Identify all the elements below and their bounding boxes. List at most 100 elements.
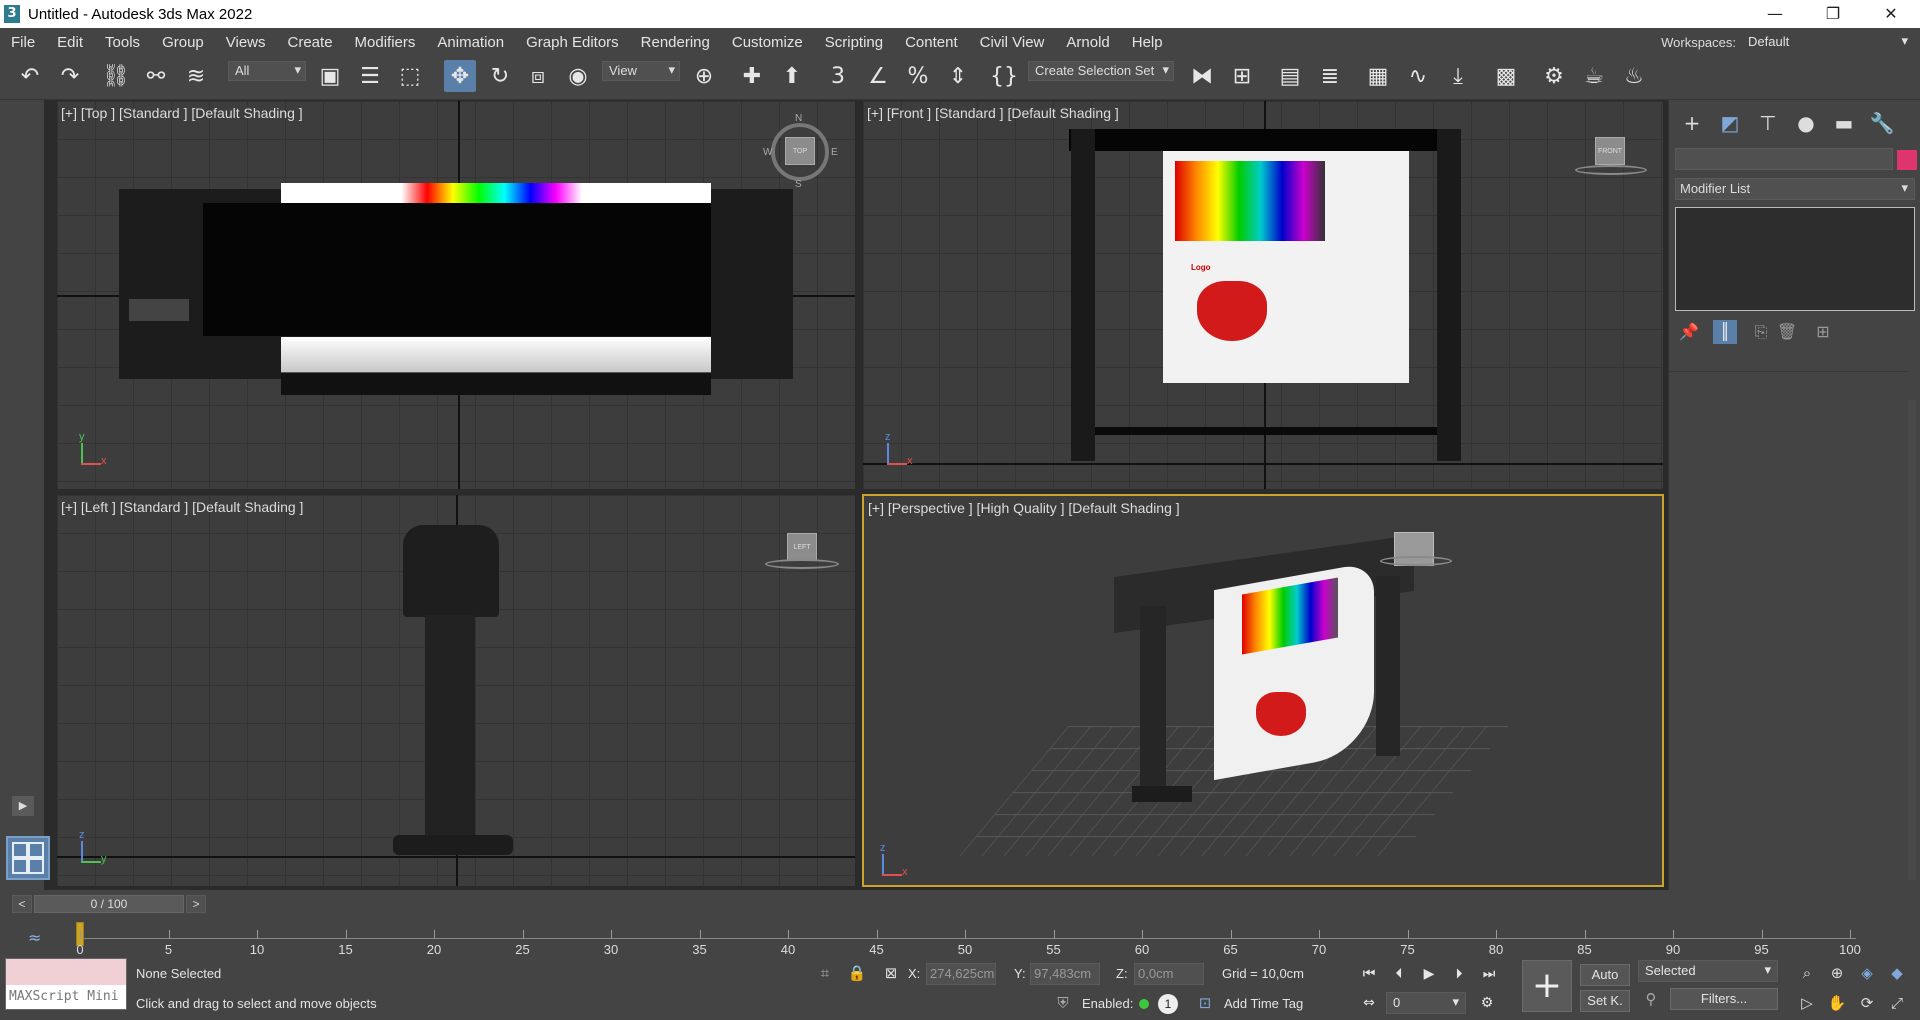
link-icon[interactable]: ⛓ bbox=[100, 60, 132, 92]
keyboard-shortcut-override-icon[interactable]: ⬆ bbox=[776, 60, 808, 92]
menu-modifiers[interactable]: Modifiers bbox=[344, 34, 427, 51]
menu-customize[interactable]: Customize bbox=[721, 34, 814, 51]
percent-snap-icon[interactable]: % bbox=[902, 60, 934, 92]
menu-content[interactable]: Content bbox=[894, 34, 969, 51]
track-bar[interactable]: ≈ 0 5 10 15 20 25 30 35 40 45 50 55 60 65 70 75 80 85 90 95… bbox=[0, 918, 1920, 958]
configure-modifier-sets-icon[interactable]: ⊞ bbox=[1811, 320, 1835, 344]
zoom-all-icon[interactable]: ⊕ bbox=[1826, 962, 1848, 984]
modifier-stack[interactable] bbox=[1675, 207, 1915, 311]
menu-tools[interactable]: Tools bbox=[94, 34, 151, 51]
minimize-icon[interactable]: — bbox=[1746, 0, 1804, 28]
viewport-top-label[interactable]: [+] [Top ] [Standard ] [Default Shading … bbox=[61, 105, 303, 121]
utilities-icon[interactable]: 🔧 bbox=[1867, 110, 1897, 136]
mirror-icon[interactable]: ⧓ bbox=[1186, 60, 1218, 92]
viewcube-front[interactable]: FRONT bbox=[1595, 137, 1625, 165]
modifier-list-dropdown[interactable]: Modifier List bbox=[1675, 178, 1915, 200]
display-icon[interactable]: ▬ bbox=[1829, 110, 1859, 136]
viewport-left-label[interactable]: [+] [Left ] [Standard ] [Default Shading… bbox=[61, 499, 303, 515]
absolute-mode-icon[interactable]: ⊠ bbox=[880, 962, 902, 984]
time-configuration-icon[interactable]: ⚙ bbox=[1474, 992, 1500, 1014]
render-production-icon[interactable]: ♨ bbox=[1618, 60, 1650, 92]
menu-file[interactable]: File bbox=[0, 34, 46, 51]
menu-graph-editors[interactable]: Graph Editors bbox=[515, 34, 630, 51]
selection-filter-dropdown[interactable]: All bbox=[228, 61, 306, 81]
next-frame-icon[interactable]: ⏵ bbox=[1446, 963, 1472, 985]
viewport-perspective[interactable]: [+] [Perspective ] [High Quality ] [Defa… bbox=[862, 494, 1664, 887]
show-end-result-icon[interactable]: ║ bbox=[1713, 320, 1737, 344]
modify-icon[interactable]: ◩ bbox=[1715, 110, 1745, 136]
adaptive-degradation-icon[interactable]: ⛨ bbox=[1052, 992, 1074, 1014]
snap-toggle-icon[interactable]: 3 bbox=[822, 60, 854, 92]
named-selection-dropdown[interactable]: Create Selection Set bbox=[1028, 61, 1174, 81]
reference-coord-dropdown[interactable]: View bbox=[602, 61, 680, 81]
edit-named-selection-icon[interactable]: {} bbox=[988, 60, 1020, 92]
mini-curve-editor-icon[interactable]: ≈ bbox=[28, 928, 41, 947]
viewport-top[interactable]: [+] [Top ] [Standard ] [Default Shading … bbox=[56, 100, 856, 490]
curve-editor-icon[interactable]: ∿ bbox=[1402, 60, 1434, 92]
set-key-button[interactable]: Set K. bbox=[1580, 990, 1630, 1012]
time-slider-next[interactable]: > bbox=[186, 895, 206, 913]
viewcube-ring[interactable] bbox=[1380, 556, 1452, 566]
pin-stack-icon[interactable]: 📌 bbox=[1677, 320, 1701, 344]
current-frame-field[interactable]: 0 bbox=[1386, 992, 1466, 1014]
object-color-swatch[interactable] bbox=[1897, 150, 1917, 170]
go-to-start-icon[interactable]: ⏮ bbox=[1356, 963, 1382, 985]
time-config-icon[interactable]: ⇔ bbox=[1356, 992, 1382, 1014]
go-to-end-icon[interactable]: ⏭ bbox=[1476, 963, 1502, 985]
pivot-icon[interactable]: ⊕ bbox=[688, 60, 720, 92]
command-panel-scrollbar[interactable] bbox=[1908, 400, 1916, 880]
rendered-frame-window-icon[interactable]: ☕ bbox=[1578, 60, 1610, 92]
workspaces-dropdown[interactable]: Default bbox=[1746, 32, 1912, 52]
app-logo-icon[interactable]: 3 bbox=[4, 5, 20, 23]
menu-scripting[interactable]: Scripting bbox=[814, 34, 894, 51]
object-name-field[interactable] bbox=[1675, 148, 1893, 170]
maximize-viewport-icon[interactable]: ⤢ bbox=[1886, 992, 1908, 1014]
time-slider-thumb[interactable]: 0 / 100 bbox=[34, 895, 184, 913]
z-coord-field[interactable]: 0,0cm bbox=[1134, 963, 1204, 985]
create-icon[interactable]: + bbox=[1677, 110, 1707, 136]
menu-arnold[interactable]: Arnold bbox=[1055, 34, 1120, 51]
filters-button[interactable]: Filters... bbox=[1670, 988, 1778, 1010]
add-time-tag-button[interactable]: Add Time Tag bbox=[1224, 996, 1303, 1011]
menu-edit[interactable]: Edit bbox=[46, 34, 94, 51]
auto-key-button[interactable]: Auto bbox=[1580, 964, 1630, 986]
viewport-left[interactable]: [+] [Left ] [Standard ] [Default Shading… bbox=[56, 494, 856, 887]
viewport-layout-icon[interactable] bbox=[6, 836, 50, 880]
zoom-icon[interactable]: ⌕ bbox=[1796, 962, 1818, 984]
align-icon[interactable]: ⊞ bbox=[1226, 60, 1258, 92]
hierarchy-icon[interactable]: ⊤ bbox=[1753, 110, 1783, 136]
spinner-snap-icon[interactable]: ⇕ bbox=[942, 60, 974, 92]
motion-icon[interactable]: ● bbox=[1791, 110, 1821, 136]
viewcube-ring[interactable] bbox=[1575, 165, 1647, 175]
menu-create[interactable]: Create bbox=[277, 34, 344, 51]
angle-snap-icon[interactable]: ∠ bbox=[862, 60, 894, 92]
menu-group[interactable]: Group bbox=[151, 34, 215, 51]
x-coord-field[interactable]: 274,625cm bbox=[926, 963, 996, 985]
redo-icon[interactable]: ↷ bbox=[54, 60, 86, 92]
select-scale-icon[interactable]: ⧈ bbox=[522, 60, 554, 92]
select-place-icon[interactable]: ◉ bbox=[562, 60, 594, 92]
unlink-icon[interactable]: ⚯ bbox=[140, 60, 172, 92]
enabled-count-badge[interactable]: 1 bbox=[1158, 994, 1178, 1014]
menu-help[interactable]: Help bbox=[1121, 34, 1174, 51]
expand-viewport-layouts-icon[interactable]: ▶ bbox=[12, 796, 34, 816]
select-by-name-icon[interactable]: ☰ bbox=[354, 60, 386, 92]
viewport-perspective-label[interactable]: [+] [Perspective ] [High Quality ] [Defa… bbox=[868, 500, 1180, 516]
y-coord-field[interactable]: 97,483cm bbox=[1030, 963, 1100, 985]
select-move-icon[interactable]: ✥ bbox=[444, 60, 476, 92]
viewcube-top[interactable]: TOP bbox=[785, 137, 815, 165]
viewcube-left[interactable]: LEFT bbox=[787, 533, 817, 561]
time-slider-prev[interactable]: < bbox=[12, 895, 32, 913]
rectangular-selection-icon[interactable]: ⬚ bbox=[394, 60, 426, 92]
set-key-icon[interactable]: + bbox=[1522, 960, 1572, 1012]
play-icon[interactable]: ▶ bbox=[1416, 963, 1442, 985]
zoom-extents-all-icon[interactable]: ◆ bbox=[1886, 962, 1908, 984]
layer-explorer-icon[interactable]: ≣ bbox=[1314, 60, 1346, 92]
undo-icon[interactable]: ↶ bbox=[14, 60, 46, 92]
ribbon-icon[interactable]: ▦ bbox=[1362, 60, 1394, 92]
viewcube-ring[interactable] bbox=[765, 559, 839, 569]
zoom-extents-icon[interactable]: ◈ bbox=[1856, 962, 1878, 984]
isolate-selection-icon[interactable]: ⌗ bbox=[814, 962, 836, 984]
close-icon[interactable]: ✕ bbox=[1862, 0, 1920, 28]
restore-icon[interactable]: ❐ bbox=[1804, 0, 1862, 28]
